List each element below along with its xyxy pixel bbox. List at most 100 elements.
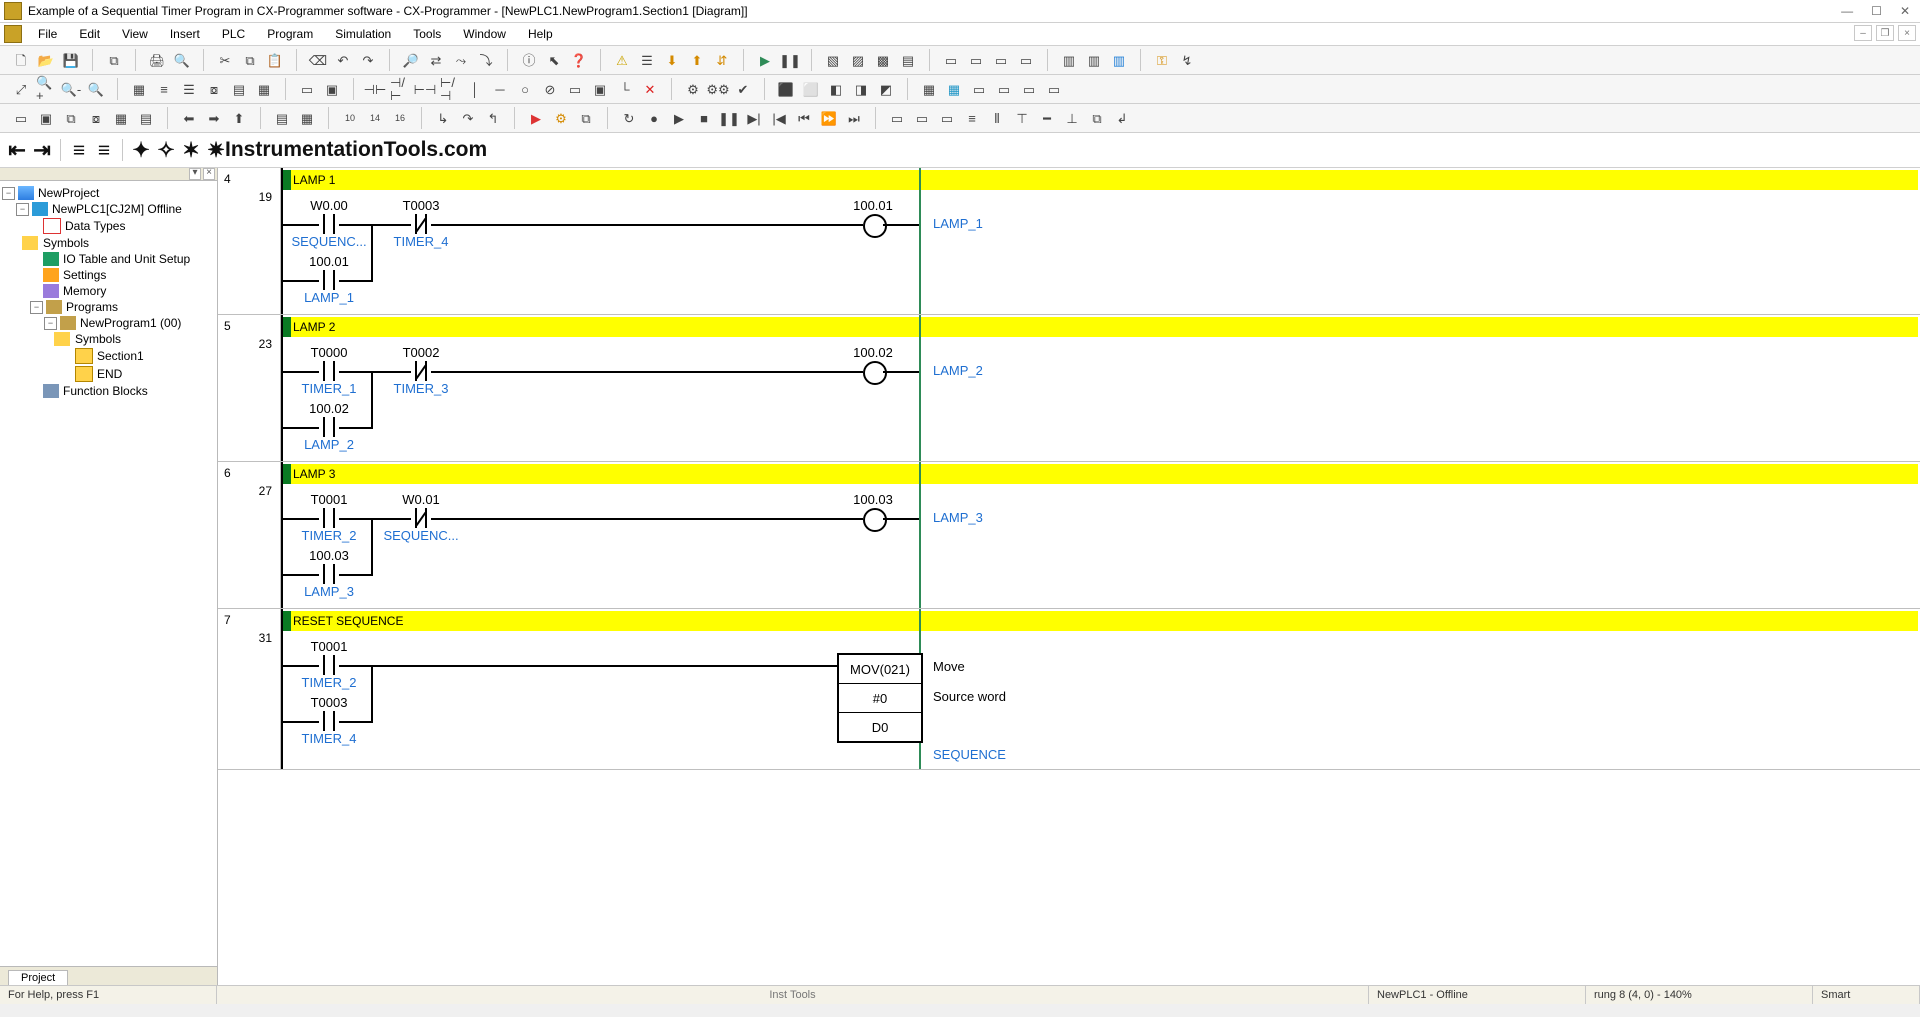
wand3-button[interactable]: ✶: [180, 139, 202, 161]
win6-button[interactable]: ▤: [135, 107, 157, 129]
tree-program1[interactable]: NewProgram1 (00): [80, 316, 181, 330]
dongle3-button[interactable]: ▥: [1108, 49, 1130, 71]
contact-no[interactable]: [319, 214, 339, 234]
watch-button[interactable]: ▭: [296, 78, 318, 100]
new-coil-nc-button[interactable]: ⊘: [539, 78, 561, 100]
new-coil-button[interactable]: ○: [514, 78, 536, 100]
debug-mode-button[interactable]: ▨: [847, 49, 869, 71]
print-preview-button[interactable]: 🔍: [171, 49, 193, 71]
expander-icon[interactable]: −: [44, 317, 57, 330]
ungroup-button[interactable]: ↲: [1111, 107, 1133, 129]
contact-nc[interactable]: [411, 508, 431, 528]
zoom-in-button[interactable]: 🔍+: [35, 78, 57, 100]
menu-program[interactable]: Program: [257, 25, 323, 43]
work-online-button[interactable]: ☰: [636, 49, 658, 71]
find-button[interactable]: 🔎: [400, 49, 422, 71]
whats-this-button[interactable]: ❓: [568, 49, 590, 71]
align-center-button[interactable]: ▭: [911, 107, 933, 129]
copy-button[interactable]: ⧉: [239, 49, 261, 71]
expander-icon[interactable]: −: [30, 301, 43, 314]
ladder-diagram[interactable]: 4 19 LAMP 1 W0.00: [218, 168, 1920, 985]
delete-button[interactable]: ⌫: [307, 49, 329, 71]
new-vertical-button[interactable]: │: [464, 78, 486, 100]
unlock-button[interactable]: ↯: [1176, 49, 1198, 71]
win2-button[interactable]: ▣: [35, 107, 57, 129]
indent-left-button[interactable]: ⇤: [6, 139, 28, 161]
goto-button[interactable]: ⤵: [475, 49, 497, 71]
force-on-button[interactable]: ⬛: [775, 78, 797, 100]
find-next-button[interactable]: ⤳: [450, 49, 472, 71]
reset-button[interactable]: ◩: [875, 78, 897, 100]
menu-plc[interactable]: PLC: [212, 25, 255, 43]
expander-icon[interactable]: −: [2, 187, 15, 200]
distribute-v-button[interactable]: ⦀: [986, 107, 1008, 129]
view-mnemonic-button[interactable]: ▤: [271, 107, 293, 129]
new-contact-or-nc-button[interactable]: ⊢/⊣: [439, 78, 461, 100]
align-left-button[interactable]: ▭: [886, 107, 908, 129]
tree-section1[interactable]: Section1: [97, 349, 144, 363]
tree-iotable[interactable]: IO Table and Unit Setup: [63, 252, 190, 266]
replace-button[interactable]: ⇄: [425, 49, 447, 71]
show-comments-button[interactable]: ▤: [228, 78, 250, 100]
play-button[interactable]: ▶: [668, 107, 690, 129]
info-button[interactable]: ⓘ: [518, 49, 540, 71]
ffwd-button[interactable]: ⏩: [818, 107, 840, 129]
contact-no[interactable]: [319, 655, 339, 675]
key-button[interactable]: ⚿: [1151, 49, 1173, 71]
win5-button[interactable]: ▦: [110, 107, 132, 129]
align-top-button[interactable]: ⊤: [1011, 107, 1033, 129]
run-button[interactable]: ▶: [754, 49, 776, 71]
rack2-button[interactable]: ▭: [965, 49, 987, 71]
win4-button[interactable]: ⧇: [85, 107, 107, 129]
monitor-mode-button[interactable]: ▩: [872, 49, 894, 71]
menu-window[interactable]: Window: [453, 25, 516, 43]
wand4-button[interactable]: ✷: [205, 139, 227, 161]
differential-button[interactable]: ▦: [918, 78, 940, 100]
check-button[interactable]: ✔: [732, 78, 754, 100]
scale14-button[interactable]: 14: [364, 107, 386, 129]
rung-7[interactable]: 7 31 RESET SEQUENCE T0001 TIMER_2: [218, 609, 1920, 770]
tree-plc[interactable]: NewPLC1[CJ2M] Offline: [52, 202, 182, 216]
tree-pin-button[interactable]: ▾: [189, 168, 201, 180]
menu-insert[interactable]: Insert: [160, 25, 210, 43]
print-button[interactable]: 🖨: [146, 49, 168, 71]
new-contact-button[interactable]: ⊣⊢: [364, 78, 386, 100]
compile-button[interactable]: ⚙: [682, 78, 704, 100]
step-into-button[interactable]: ↳: [432, 107, 454, 129]
distribute-h-button[interactable]: ≡: [961, 107, 983, 129]
rung-5[interactable]: 5 23 LAMP 2 T0000 TIMER_1: [218, 315, 1920, 462]
save-button[interactable]: 💾: [60, 49, 82, 71]
menu-simulation[interactable]: Simulation: [325, 25, 401, 43]
rung-up-button[interactable]: ⬆: [228, 107, 250, 129]
step-fwd-button[interactable]: ▶|: [743, 107, 765, 129]
new-contact-or-button[interactable]: ⊢⊣: [414, 78, 436, 100]
compare-button[interactable]: ⧉: [103, 49, 125, 71]
menu-edit[interactable]: Edit: [69, 25, 110, 43]
win1-button[interactable]: ▭: [10, 107, 32, 129]
stop-button[interactable]: ■: [693, 107, 715, 129]
tree-symbols[interactable]: Symbols: [43, 236, 89, 250]
dongle1-button[interactable]: ▥: [1058, 49, 1080, 71]
rung-6[interactable]: 6 27 LAMP 3 T0001 TIMER_2: [218, 462, 1920, 609]
reindent-button[interactable]: ≡: [93, 139, 115, 161]
wand2-button[interactable]: ✧: [155, 139, 177, 161]
output-button[interactable]: ▣: [321, 78, 343, 100]
paste-button[interactable]: 📋: [264, 49, 286, 71]
mdi-restore-button[interactable]: ❐: [1876, 25, 1894, 41]
contact-no[interactable]: [319, 508, 339, 528]
new-function-button[interactable]: ▣: [589, 78, 611, 100]
menu-help[interactable]: Help: [518, 25, 563, 43]
wand1-button[interactable]: ✦: [130, 139, 152, 161]
run-mode-button[interactable]: ▤: [897, 49, 919, 71]
zoom-fit-button[interactable]: ⤢: [10, 78, 32, 100]
align-mid-button[interactable]: ━: [1036, 107, 1058, 129]
timing-button[interactable]: ▦: [943, 78, 965, 100]
contact-no[interactable]: [319, 711, 339, 731]
project-tree[interactable]: −NewProject −NewPLC1[CJ2M] Offline Data …: [0, 181, 217, 966]
pause-button[interactable]: ❚❚: [779, 49, 801, 71]
line-mode-button[interactable]: └: [614, 78, 636, 100]
undo-button[interactable]: ↶: [332, 49, 354, 71]
step-back-button[interactable]: |◀: [768, 107, 790, 129]
set-button[interactable]: ◨: [850, 78, 872, 100]
program-mode-button[interactable]: ▧: [822, 49, 844, 71]
